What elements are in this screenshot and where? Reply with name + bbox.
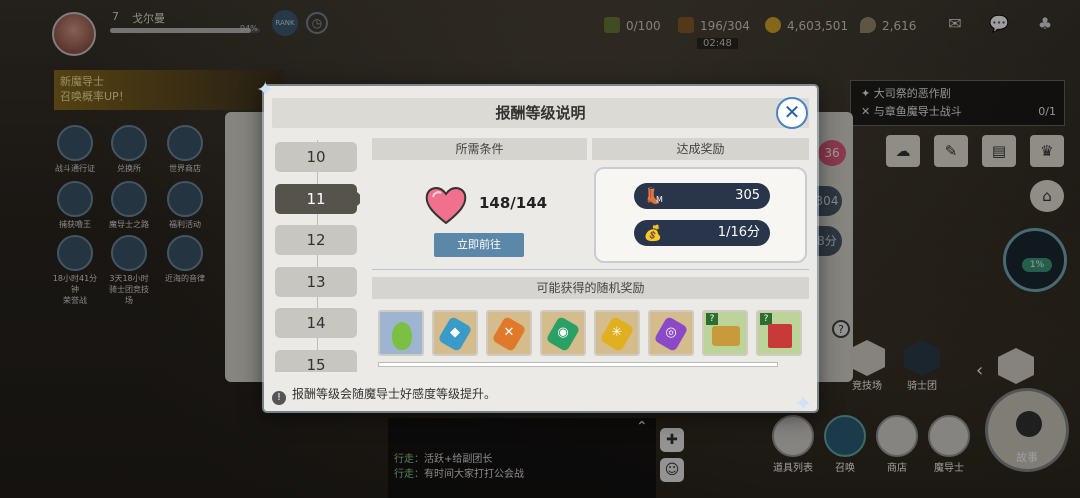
mystery-book-item[interactable]: ? bbox=[756, 310, 802, 356]
level-item[interactable]: 15 bbox=[275, 350, 357, 372]
rune-item-yellow[interactable]: ✳ bbox=[594, 310, 640, 356]
level-item[interactable]: 14 bbox=[275, 308, 357, 338]
level-item[interactable]: 12 bbox=[275, 225, 357, 255]
warning-icon: ! bbox=[272, 391, 286, 405]
level-item-selected[interactable]: 11 bbox=[275, 184, 360, 214]
section-divider bbox=[372, 269, 809, 270]
rune-item-blue[interactable]: ◆ bbox=[432, 310, 478, 356]
modal-footer: ! 报酬等级会随魔导士好感度等级提升。 bbox=[272, 383, 809, 405]
rune-item-green[interactable]: ◉ bbox=[540, 310, 586, 356]
heart-icon bbox=[425, 187, 467, 225]
affinity-progress: 148/144 bbox=[479, 194, 548, 212]
level-item[interactable]: 13 bbox=[275, 267, 357, 297]
rune-item-orange[interactable]: ✕ bbox=[486, 310, 532, 356]
reward-level-modal: ✦ ✦ 报酬等级说明 ✕ 10 11 12 13 14 15 所需条件 达成奖励… bbox=[256, 78, 817, 417]
close-icon[interactable]: ✕ bbox=[776, 97, 808, 129]
go-now-button[interactable]: 立即前往 bbox=[434, 233, 524, 257]
mystery-chest-item[interactable]: ? bbox=[702, 310, 748, 356]
modal-title: 报酬等级说明 bbox=[272, 98, 809, 128]
reward-box: 👢 M 305 💰 1/16分 bbox=[594, 167, 807, 263]
level-list[interactable]: 10 11 12 13 14 15 bbox=[274, 140, 360, 372]
reward-money: 💰 1/16分 bbox=[634, 220, 770, 246]
reward-header: 达成奖励 bbox=[592, 138, 809, 160]
reward-value: 1/16分 bbox=[717, 225, 760, 240]
footer-text: 报酬等级会随魔导士好感度等级提升。 bbox=[292, 387, 497, 401]
money-bag-icon: 💰 bbox=[643, 224, 663, 242]
potion-item[interactable] bbox=[378, 310, 424, 356]
random-rewards-row[interactable]: ◆ ✕ ◉ ✳ ◎ ? ? bbox=[374, 306, 807, 374]
reward-sub: M bbox=[656, 195, 663, 204]
rune-item-purple[interactable]: ◎ bbox=[648, 310, 694, 356]
reward-value: 305 bbox=[735, 188, 760, 203]
requirement-header: 所需条件 bbox=[372, 138, 587, 160]
reward-boots: 👢 M 305 bbox=[634, 183, 770, 209]
level-item[interactable]: 10 bbox=[275, 142, 357, 172]
items-scrollbar[interactable] bbox=[378, 362, 778, 367]
random-rewards-header: 可能获得的随机奖励 bbox=[372, 277, 809, 299]
